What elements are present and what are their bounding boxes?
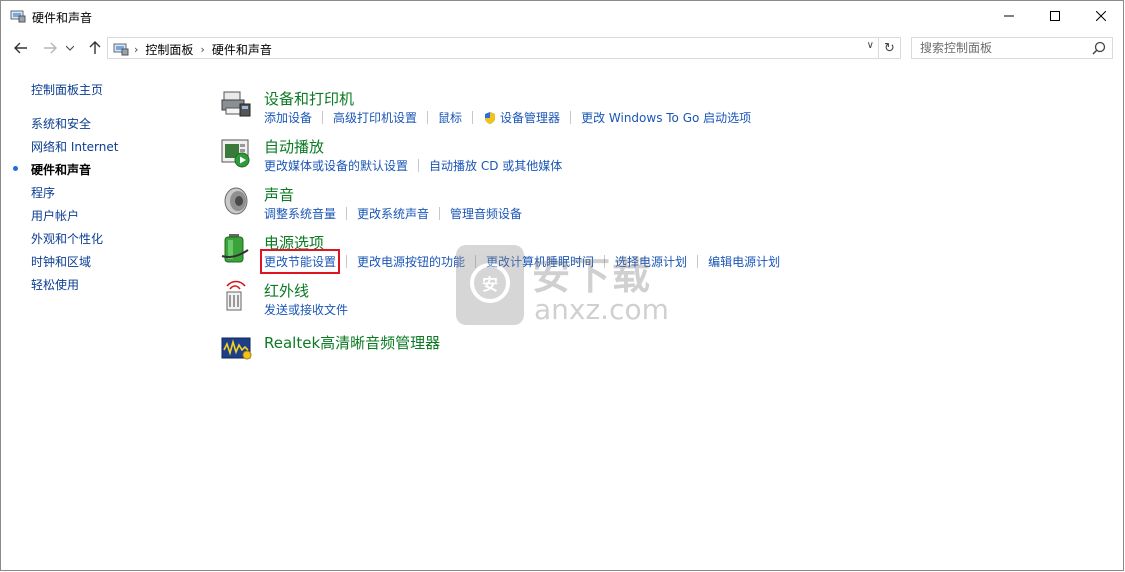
minimize-button[interactable] [986, 1, 1032, 31]
uac-shield-icon [485, 111, 496, 124]
maximize-icon [1050, 11, 1060, 21]
breadcrumb-separator-icon[interactable]: › [134, 43, 138, 56]
control-panel-icon [113, 43, 129, 56]
title-bar: 硬件和声音 [1, 1, 1123, 32]
link-windows-to-go[interactable]: 更改 Windows To Go 启动选项 [581, 109, 751, 126]
refresh-icon: ↻ [884, 40, 895, 56]
autoplay-icon [221, 139, 250, 168]
link-edit-power-plan[interactable]: 编辑电源计划 [708, 253, 780, 270]
minimize-icon [1004, 15, 1014, 17]
category-links: 添加设备 高级打印机设置 鼠标 设备管理器 更改 Windows To Go 启… [264, 109, 751, 126]
link-send-receive-files[interactable]: 发送或接收文件 [264, 301, 348, 318]
refresh-button[interactable]: ↻ [879, 37, 901, 59]
window-title: 硬件和声音 [32, 11, 93, 25]
forward-arrow-icon [44, 42, 57, 54]
nav-appearance[interactable]: 外观和个性化 [31, 230, 103, 247]
nav-control-panel-home[interactable]: 控制面板主页 [31, 81, 103, 98]
link-advanced-printer-setup[interactable]: 高级打印机设置 [333, 109, 417, 126]
link-add-device[interactable]: 添加设备 [264, 109, 312, 126]
breadcrumb-hardware-sound[interactable]: 硬件和声音 [212, 41, 272, 58]
watermark-text-cn: 安下载 [532, 254, 653, 298]
category-links: 调整系统音量 更改系统声音 管理音频设备 [264, 205, 522, 222]
category-links: 发送或接收文件 [264, 301, 348, 318]
category-title[interactable]: 自动播放 [264, 136, 324, 157]
breadcrumb-control-panel[interactable]: 控制面板 [145, 41, 193, 58]
search-input[interactable] [912, 38, 1090, 58]
search-box[interactable] [911, 37, 1113, 59]
up-button[interactable] [84, 37, 106, 59]
active-bullet-icon [13, 166, 18, 171]
back-button[interactable] [10, 37, 32, 59]
up-arrow-icon [89, 41, 101, 54]
link-manage-audio-devices[interactable]: 管理音频设备 [450, 205, 522, 222]
shield-icon: 安 [470, 263, 510, 303]
category-title[interactable]: 设备和打印机 [264, 88, 354, 109]
link-change-media-defaults[interactable]: 更改媒体或设备的默认设置 [264, 157, 408, 174]
close-button[interactable] [1078, 1, 1124, 31]
link-change-system-sounds[interactable]: 更改系统声音 [357, 205, 429, 222]
category-title[interactable]: 声音 [264, 184, 294, 205]
nav-user-accounts[interactable]: 用户帐户 [31, 207, 79, 224]
address-bar[interactable]: › 控制面板 › 硬件和声音 ∨ [107, 37, 879, 59]
link-change-power-saving-settings[interactable]: 更改节能设置 [259, 249, 341, 274]
link-mouse[interactable]: 鼠标 [438, 109, 462, 126]
watermark: 安 安下载 anxz.com [456, 245, 706, 329]
battery-icon [221, 234, 249, 263]
category-title[interactable]: 红外线 [264, 280, 309, 301]
nav-network-internet[interactable]: 网络和 Internet [31, 138, 118, 155]
category-title[interactable]: Realtek高清晰音频管理器 [264, 332, 440, 353]
realtek-icon [221, 337, 252, 360]
link-device-manager[interactable]: 设备管理器 [500, 109, 560, 126]
category-title[interactable]: 电源选项 [264, 232, 324, 253]
category-links: 更改媒体或设备的默认设置 自动播放 CD 或其他媒体 [264, 157, 562, 174]
infrared-icon [226, 280, 246, 311]
watermark-logo: 安 [456, 245, 524, 325]
nav-ease-of-access[interactable]: 轻松使用 [31, 276, 79, 293]
speaker-icon [224, 187, 248, 215]
nav-hardware-sound-label: 硬件和声音 [31, 163, 92, 177]
nav-clock-region[interactable]: 时钟和区域 [31, 253, 91, 270]
nav-programs[interactable]: 程序 [31, 184, 55, 201]
nav-hardware-sound[interactable]: 硬件和声音 [13, 161, 92, 178]
breadcrumb: › 控制面板 › 硬件和声音 [134, 41, 272, 58]
printer-icon [221, 91, 251, 117]
control-panel-icon [10, 10, 26, 23]
chevron-down-icon [66, 45, 74, 51]
recent-locations-button[interactable] [63, 37, 77, 59]
breadcrumb-separator-icon[interactable]: › [200, 43, 204, 56]
back-arrow-icon [14, 42, 27, 54]
maximize-button[interactable] [1032, 1, 1078, 31]
link-autoplay-cd[interactable]: 自动播放 CD 或其他媒体 [429, 157, 562, 174]
link-adjust-volume[interactable]: 调整系统音量 [264, 205, 336, 222]
watermark-text-en: anxz.com [534, 293, 669, 326]
search-icon[interactable] [1092, 41, 1106, 55]
forward-button[interactable] [39, 37, 61, 59]
close-icon [1096, 11, 1106, 21]
link-power-button-function[interactable]: 更改电源按钮的功能 [357, 253, 465, 270]
address-dropdown-icon[interactable]: ∨ [867, 40, 874, 51]
nav-system-security[interactable]: 系统和安全 [31, 115, 91, 132]
control-panel-window: 硬件和声音 › 控制面板 › 硬件和声音 ∨ ↻ 搜索控制面板 控制面板主页 系… [0, 0, 1124, 571]
